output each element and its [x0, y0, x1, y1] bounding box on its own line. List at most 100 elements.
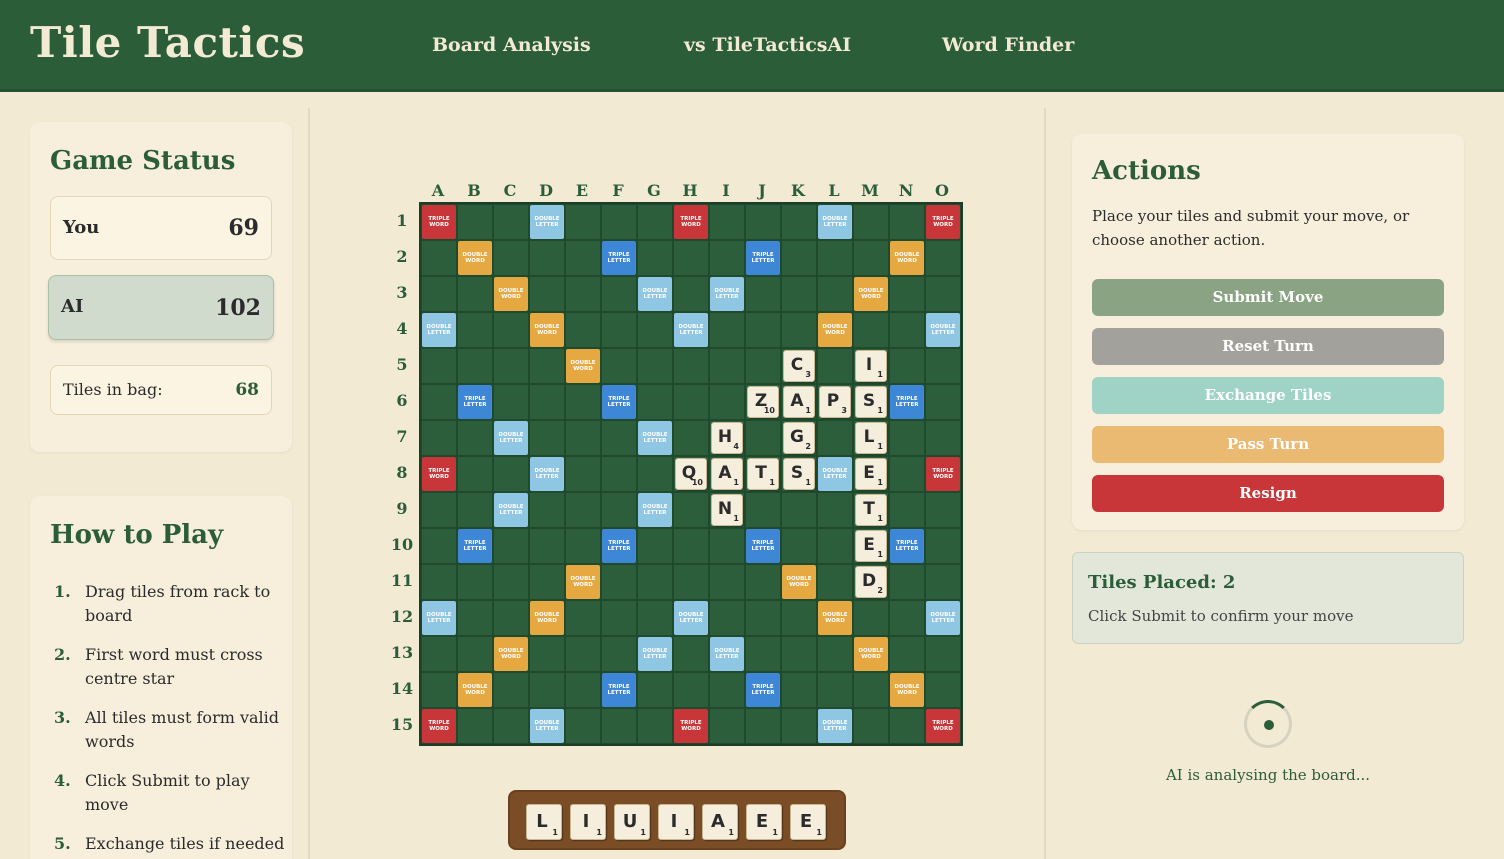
board-cell[interactable]: [926, 565, 960, 599]
board-cell[interactable]: [890, 565, 924, 599]
board-cell-double-letter[interactable]: DOUBLE LETTER: [818, 457, 852, 491]
board-cell[interactable]: [818, 637, 852, 671]
board-cell[interactable]: [566, 529, 600, 563]
rack-tile[interactable]: L1: [526, 804, 562, 840]
board-cell[interactable]: [602, 565, 636, 599]
board-cell[interactable]: [818, 529, 852, 563]
board-cell[interactable]: [674, 565, 708, 599]
board-cell-double-letter[interactable]: DOUBLE LETTER: [710, 277, 744, 311]
board-cell[interactable]: [818, 277, 852, 311]
board-cell[interactable]: [710, 673, 744, 707]
board-cell[interactable]: [566, 493, 600, 527]
board-cell[interactable]: [926, 529, 960, 563]
board-cell[interactable]: [818, 241, 852, 275]
board-cell[interactable]: [854, 601, 888, 635]
submit-move-button[interactable]: Submit Move: [1092, 279, 1444, 316]
board-cell[interactable]: [602, 421, 636, 455]
board-cell[interactable]: [494, 601, 528, 635]
board-cell[interactable]: [422, 565, 456, 599]
board-cell[interactable]: [710, 601, 744, 635]
board-cell[interactable]: [710, 205, 744, 239]
board-cell[interactable]: [494, 673, 528, 707]
board-cell[interactable]: [926, 277, 960, 311]
board-cell[interactable]: [926, 349, 960, 383]
board-cell[interactable]: [638, 457, 672, 491]
board-cell-double-letter[interactable]: DOUBLE LETTER: [674, 313, 708, 347]
board-cell[interactable]: [782, 529, 816, 563]
board-cell[interactable]: [566, 673, 600, 707]
board-cell[interactable]: [458, 457, 492, 491]
board-cell-double-word[interactable]: DOUBLE WORD: [494, 277, 528, 311]
board-cell[interactable]: [638, 241, 672, 275]
board-cell[interactable]: [782, 205, 816, 239]
board-cell[interactable]: [674, 241, 708, 275]
board-cell[interactable]: [746, 709, 780, 743]
board-cell[interactable]: [566, 601, 600, 635]
board-cell[interactable]: [674, 529, 708, 563]
board-cell[interactable]: [746, 601, 780, 635]
board-cell[interactable]: [710, 385, 744, 419]
rack-tile[interactable]: A1: [702, 804, 738, 840]
board-cell[interactable]: [530, 673, 564, 707]
board-cell-double-letter[interactable]: DOUBLE LETTER: [422, 601, 456, 635]
board-cell[interactable]: [566, 457, 600, 491]
board-cell[interactable]: [890, 421, 924, 455]
board-cell[interactable]: [746, 313, 780, 347]
board-cell-double-word[interactable]: DOUBLE WORD: [458, 673, 492, 707]
board-cell[interactable]: [710, 313, 744, 347]
board-cell[interactable]: [890, 277, 924, 311]
board-cell[interactable]: [710, 529, 744, 563]
board-cell[interactable]: [566, 277, 600, 311]
board-cell-triple-letter[interactable]: TRIPLE LETTER: [890, 385, 924, 419]
board-cell-double-word[interactable]: DOUBLE WORD: [782, 565, 816, 599]
board-cell[interactable]: [566, 313, 600, 347]
board-cell[interactable]: [854, 673, 888, 707]
rack-tile[interactable]: E1: [790, 804, 826, 840]
board-cell-double-letter[interactable]: DOUBLE LETTER: [530, 457, 564, 491]
rack-tile[interactable]: I1: [570, 804, 606, 840]
board-cell[interactable]: [530, 349, 564, 383]
board-cell[interactable]: [746, 349, 780, 383]
board-cell[interactable]: [566, 205, 600, 239]
board-cell-double-letter[interactable]: DOUBLE LETTER: [674, 601, 708, 635]
board-cell[interactable]: [566, 385, 600, 419]
board-cell[interactable]: [926, 493, 960, 527]
board-cell[interactable]: [818, 493, 852, 527]
board-cell[interactable]: [746, 205, 780, 239]
board-cell-double-letter[interactable]: DOUBLE LETTER: [818, 205, 852, 239]
board-cell-double-word[interactable]: DOUBLE WORD: [890, 673, 924, 707]
board-cell[interactable]: [530, 421, 564, 455]
board-cell[interactable]: [422, 637, 456, 671]
board-cell[interactable]: [530, 565, 564, 599]
board-cell[interactable]: [854, 709, 888, 743]
board-cell-double-letter[interactable]: DOUBLE LETTER: [638, 421, 672, 455]
board-cell-double-letter[interactable]: DOUBLE LETTER: [422, 313, 456, 347]
board-cell[interactable]: [710, 241, 744, 275]
board-cell[interactable]: [566, 709, 600, 743]
board-cell-triple-letter[interactable]: TRIPLE LETTER: [602, 241, 636, 275]
board-cell[interactable]: [458, 637, 492, 671]
board-cell[interactable]: [818, 421, 852, 455]
board-cell[interactable]: [602, 457, 636, 491]
board-cell-triple-word[interactable]: TRIPLE WORD: [422, 205, 456, 239]
board-cell[interactable]: [674, 421, 708, 455]
board-cell[interactable]: [638, 205, 672, 239]
board-cell-double-word[interactable]: DOUBLE WORD: [566, 349, 600, 383]
board-cell[interactable]: [530, 241, 564, 275]
board-cell[interactable]: [638, 565, 672, 599]
game-board[interactable]: TRIPLE WORD DOUBLE LETTER TRIPLE WORD DOUBLE LE…: [419, 202, 963, 746]
board-cell[interactable]: [674, 385, 708, 419]
board-cell[interactable]: [494, 205, 528, 239]
board-cell-triple-letter[interactable]: TRIPLE LETTER: [602, 529, 636, 563]
board-cell-double-letter[interactable]: DOUBLE LETTER: [494, 421, 528, 455]
board-cell-triple-letter[interactable]: TRIPLE LETTER: [458, 385, 492, 419]
board-cell[interactable]: [890, 709, 924, 743]
board-cell[interactable]: [422, 493, 456, 527]
board-cell[interactable]: [890, 349, 924, 383]
app-logo[interactable]: Tile Tactics: [30, 18, 305, 67]
board-cell-triple-letter[interactable]: TRIPLE LETTER: [746, 673, 780, 707]
board-cell-double-word[interactable]: DOUBLE WORD: [890, 241, 924, 275]
board-cell[interactable]: [890, 205, 924, 239]
board-cell[interactable]: [566, 637, 600, 671]
resign-button[interactable]: Resign: [1092, 475, 1444, 512]
